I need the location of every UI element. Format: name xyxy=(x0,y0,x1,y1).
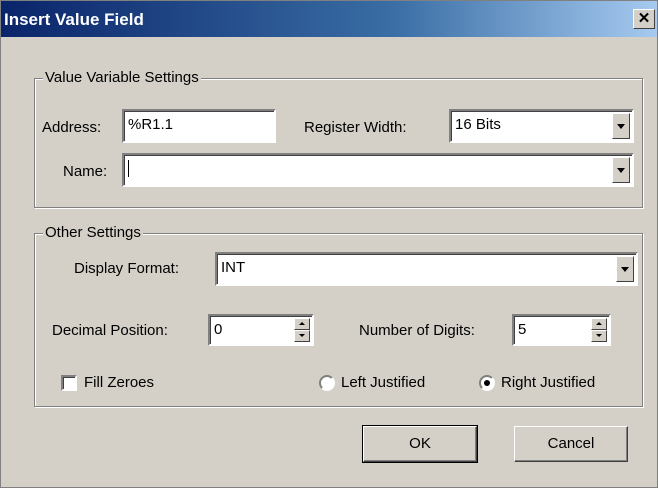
radio-selected-dot-icon xyxy=(484,380,490,386)
fill-zeroes-checkbox[interactable] xyxy=(61,375,77,391)
cancel-button-label: Cancel xyxy=(547,435,595,452)
close-icon: ✕ xyxy=(637,10,651,27)
address-label: Address: xyxy=(42,119,102,136)
title-bar[interactable]: Insert Value Field ✕ xyxy=(1,1,657,37)
name-label: Name: xyxy=(63,163,108,180)
value-variable-settings-legend: Value Variable Settings xyxy=(43,69,201,86)
value-variable-settings-group: Value Variable Settings xyxy=(34,69,643,208)
other-settings-legend: Other Settings xyxy=(43,224,143,241)
left-justified-radio[interactable] xyxy=(319,375,335,391)
close-button[interactable]: ✕ xyxy=(633,9,655,29)
dialog-title: Insert Value Field xyxy=(4,10,144,29)
display-format-dropdown-button[interactable] xyxy=(616,256,634,282)
address-value: %R1.1 xyxy=(128,116,174,133)
register-width-label: Register Width: xyxy=(304,119,407,136)
decimal-position-label: Decimal Position: xyxy=(52,322,168,339)
number-of-digits-label: Number of Digits: xyxy=(359,322,475,339)
name-dropdown-button[interactable] xyxy=(612,157,630,183)
spin-up-arrow-icon[interactable] xyxy=(591,318,607,330)
insert-value-field-dialog: Insert Value Field ✕ Value Variable Sett… xyxy=(0,0,658,488)
display-format-select[interactable]: INT xyxy=(215,252,638,286)
spin-down-arrow-icon[interactable] xyxy=(591,330,607,342)
spin-down-arrow-icon[interactable] xyxy=(294,330,310,342)
number-of-digits-spin-buttons xyxy=(591,318,607,342)
text-cursor xyxy=(128,160,129,177)
spin-up-arrow-icon[interactable] xyxy=(294,318,310,330)
register-width-select[interactable]: 16 Bits xyxy=(449,109,634,143)
decimal-position-spin-buttons xyxy=(294,318,310,342)
right-justified-radio[interactable] xyxy=(479,375,495,391)
ok-button[interactable]: OK xyxy=(362,425,478,463)
display-format-value: INT xyxy=(221,259,246,276)
address-input[interactable]: %R1.1 xyxy=(122,109,276,143)
register-width-value: 16 Bits xyxy=(455,116,501,133)
decimal-position-spinner[interactable]: 0 xyxy=(208,314,314,346)
number-of-digits-value: 5 xyxy=(518,321,527,338)
name-combobox[interactable] xyxy=(122,153,634,187)
number-of-digits-spinner[interactable]: 5 xyxy=(512,314,611,346)
decimal-position-value: 0 xyxy=(214,321,223,338)
left-justified-label: Left Justified xyxy=(341,374,426,391)
ok-button-label: OK xyxy=(409,435,431,452)
fill-zeroes-label: Fill Zeroes xyxy=(84,374,155,391)
right-justified-label: Right Justified xyxy=(501,374,596,391)
display-format-label: Display Format: xyxy=(74,260,180,277)
register-width-dropdown-button[interactable] xyxy=(612,113,630,139)
cancel-button[interactable]: Cancel xyxy=(514,426,628,462)
